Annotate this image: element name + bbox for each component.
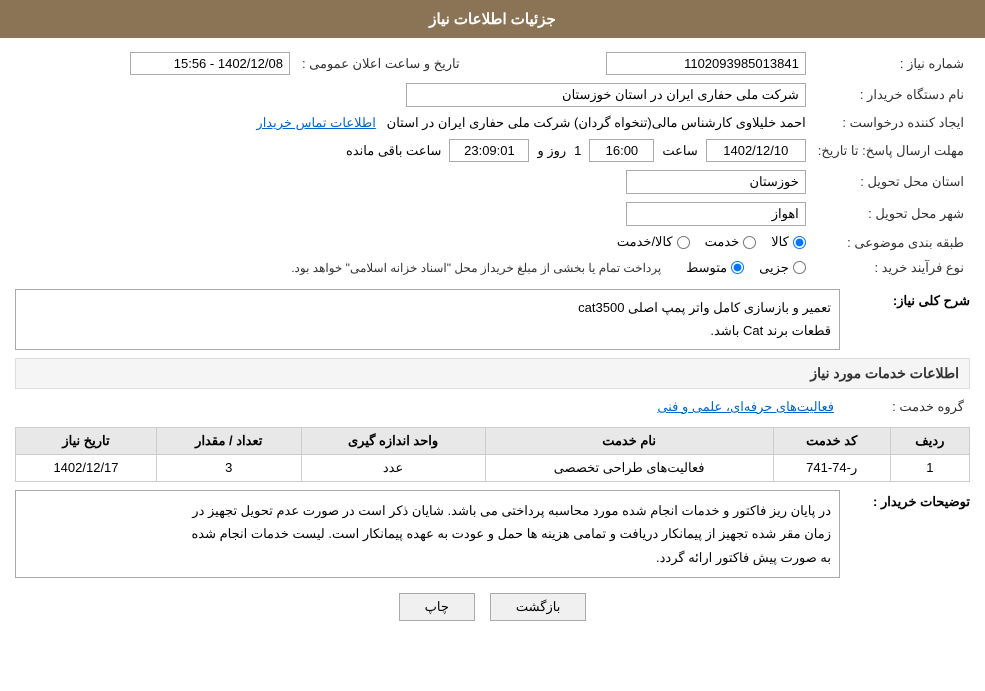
- need-number-row: شماره نیاز : 1102093985013841 تاریخ و سا…: [15, 48, 970, 79]
- description-content: تعمیر و بازسازی کامل واتر پمپ اصلی cat35…: [15, 289, 840, 350]
- description-box: تعمیر و بازسازی کامل واتر پمپ اصلی cat35…: [15, 289, 840, 350]
- category-option-goods: کالا: [771, 234, 806, 250]
- main-content: شماره نیاز : 1102093985013841 تاریخ و سا…: [0, 38, 985, 641]
- announce-value: 1402/12/08 - 15:56: [15, 48, 296, 79]
- description-section-title: شرح کلی نیاز:: [840, 289, 970, 309]
- creator-value: احمد خلیلاوی کارشناس مالی(تنخواه گردان) …: [15, 111, 812, 135]
- deadline-value: 1402/12/10 ساعت 16:00 1 روز و 23:09:01 س…: [15, 135, 812, 166]
- cell-2: فعالیت‌های طراحی تخصصی: [485, 454, 773, 481]
- city-display: اهواز: [626, 202, 806, 226]
- category-option-service: خدمت: [705, 234, 757, 250]
- col-service-code: کد خدمت: [773, 427, 890, 454]
- print-button[interactable]: چاپ: [399, 593, 475, 621]
- notes-line1: در پایان ریز فاکتور و خدمات انجام شده مو…: [24, 499, 831, 522]
- deadline-countdown: 23:09:01: [449, 139, 529, 162]
- description-section: شرح کلی نیاز: تعمیر و بازسازی کامل واتر …: [15, 289, 970, 350]
- purchase-type-label: نوع فرآیند خرید :: [812, 256, 970, 282]
- service-group-row: گروه خدمت : فعالیت‌های حرفه‌ای، علمی و ف…: [15, 395, 970, 419]
- service-group-table: گروه خدمت : فعالیت‌های حرفه‌ای، علمی و ف…: [15, 395, 970, 419]
- creator-name: احمد خلیلاوی کارشناس مالی(تنخواه گردان) …: [387, 115, 806, 130]
- notes-section: توضیحات خریدار : در پایان ریز فاکتور و خ…: [15, 490, 970, 578]
- col-date: تاریخ نیاز: [16, 427, 157, 454]
- buyer-org-value: شرکت ملی حفاری ایران در استان خوزستان: [15, 79, 812, 111]
- notes-line2: زمان مقر شده تجهیز از پیمانکار دریافت و …: [24, 522, 831, 545]
- deadline-date: 1402/12/10: [706, 139, 806, 162]
- cell-5: 1402/12/17: [16, 454, 157, 481]
- need-number-value: 1102093985013841: [466, 48, 812, 79]
- purchase-type-option-small: جزیی: [759, 260, 806, 276]
- category-both-label: کالا/خدمت: [617, 234, 673, 250]
- province-value: خوزستان: [15, 166, 812, 198]
- purchase-type-note: پرداخت تمام یا بخشی از مبلغ خریداز محل "…: [291, 261, 661, 275]
- table-row: 1ر-74-741فعالیت‌های طراحی تخصصیعدد31402/…: [16, 454, 970, 481]
- province-row: استان محل تحویل : خوزستان: [15, 166, 970, 198]
- description-line2: قطعات برند Cat باشد.: [24, 319, 831, 342]
- creator-contact-link[interactable]: اطلاعات تماس خریدار: [256, 115, 375, 130]
- info-table: شماره نیاز : 1102093985013841 تاریخ و سا…: [15, 48, 970, 281]
- category-value: کالا خدمت کالا/خدمت: [15, 230, 812, 256]
- deadline-time-label: ساعت: [662, 143, 697, 159]
- service-group-label: گروه خدمت :: [840, 395, 970, 419]
- creator-label: ایجاد کننده درخواست :: [812, 111, 970, 135]
- deadline-label: مهلت ارسال پاسخ: تا تاریخ:: [812, 135, 970, 166]
- buyer-org-label: نام دستگاه خریدار :: [812, 79, 970, 111]
- deadline-countdown-label: ساعت باقی مانده: [346, 143, 441, 159]
- purchase-type-value: جزیی متوسط پرداخت تمام یا بخشی از مبلغ خ…: [15, 256, 812, 282]
- purchase-type-option-medium: متوسط: [686, 260, 744, 276]
- city-label: شهر محل تحویل :: [812, 198, 970, 230]
- purchase-type-medium-label: متوسط: [686, 260, 727, 276]
- category-row: طبقه بندی موضوعی : کالا خدمت: [15, 230, 970, 256]
- page-header: جزئیات اطلاعات نیاز: [0, 0, 985, 38]
- category-option-both: کالا/خدمت: [617, 234, 690, 250]
- purchase-type-small-label: جزیی: [759, 260, 789, 276]
- cell-0: 1: [890, 454, 969, 481]
- notes-box: در پایان ریز فاکتور و خدمات انجام شده مو…: [15, 490, 840, 578]
- page-title: جزئیات اطلاعات نیاز: [429, 11, 556, 28]
- buyer-notes-label: توضیحات خریدار :: [840, 490, 970, 510]
- col-unit: واحد اندازه گیری: [301, 427, 485, 454]
- cell-4: 3: [156, 454, 301, 481]
- city-value: اهواز: [15, 198, 812, 230]
- province-display: خوزستان: [626, 170, 806, 194]
- cell-3: عدد: [301, 454, 485, 481]
- services-table-header: ردیف کد خدمت نام خدمت واحد اندازه گیری ت…: [16, 427, 970, 454]
- city-row: شهر محل تحویل : اهواز: [15, 198, 970, 230]
- announce-display: 1402/12/08 - 15:56: [130, 52, 290, 75]
- notes-content: در پایان ریز فاکتور و خدمات انجام شده مو…: [15, 490, 840, 578]
- purchase-type-row: نوع فرآیند خرید : جزیی متوسط پرداخت تمام…: [15, 256, 970, 282]
- cell-1: ر-74-741: [773, 454, 890, 481]
- announce-label: تاریخ و ساعت اعلان عمومی :: [296, 48, 466, 79]
- services-section-title: اطلاعات خدمات مورد نیاز: [15, 358, 970, 389]
- back-button[interactable]: بازگشت: [490, 593, 586, 621]
- buyer-org-row: نام دستگاه خریدار : شرکت ملی حفاری ایران…: [15, 79, 970, 111]
- col-row-num: ردیف: [890, 427, 969, 454]
- category-label: طبقه بندی موضوعی :: [812, 230, 970, 256]
- purchase-type-radio-small[interactable]: [793, 261, 806, 274]
- deadline-days-num: 1: [574, 143, 581, 158]
- page-wrapper: جزئیات اطلاعات نیاز شماره نیاز : 1102093…: [0, 0, 985, 691]
- creator-row: ایجاد کننده درخواست : احمد خلیلاوی کارشن…: [15, 111, 970, 135]
- province-label: استان محل تحویل :: [812, 166, 970, 198]
- buyer-org-display: شرکت ملی حفاری ایران در استان خوزستان: [406, 83, 806, 107]
- category-radio-both[interactable]: [677, 236, 690, 249]
- category-radio-goods[interactable]: [793, 236, 806, 249]
- deadline-time: 16:00: [589, 139, 654, 162]
- category-radio-service[interactable]: [743, 236, 756, 249]
- col-quantity: تعداد / مقدار: [156, 427, 301, 454]
- deadline-row: مهلت ارسال پاسخ: تا تاریخ: 1402/12/10 سا…: [15, 135, 970, 166]
- category-service-label: خدمت: [705, 234, 740, 250]
- category-goods-label: کالا: [771, 234, 789, 250]
- need-number-label: شماره نیاز :: [812, 48, 970, 79]
- buttons-row: بازگشت چاپ: [15, 593, 970, 621]
- need-number-display: 1102093985013841: [606, 52, 806, 75]
- notes-line3: به صورت پیش فاکتور ارائه گردد.: [24, 546, 831, 569]
- description-line1: تعمیر و بازسازی کامل واتر پمپ اصلی cat35…: [24, 296, 831, 319]
- purchase-type-radio-medium[interactable]: [731, 261, 744, 274]
- services-table: ردیف کد خدمت نام خدمت واحد اندازه گیری ت…: [15, 427, 970, 482]
- col-service-name: نام خدمت: [485, 427, 773, 454]
- service-group-link[interactable]: فعالیت‌های حرفه‌ای، علمی و فنی: [657, 399, 834, 414]
- deadline-day-label: روز و: [537, 143, 566, 159]
- service-group-value: فعالیت‌های حرفه‌ای، علمی و فنی: [15, 395, 840, 419]
